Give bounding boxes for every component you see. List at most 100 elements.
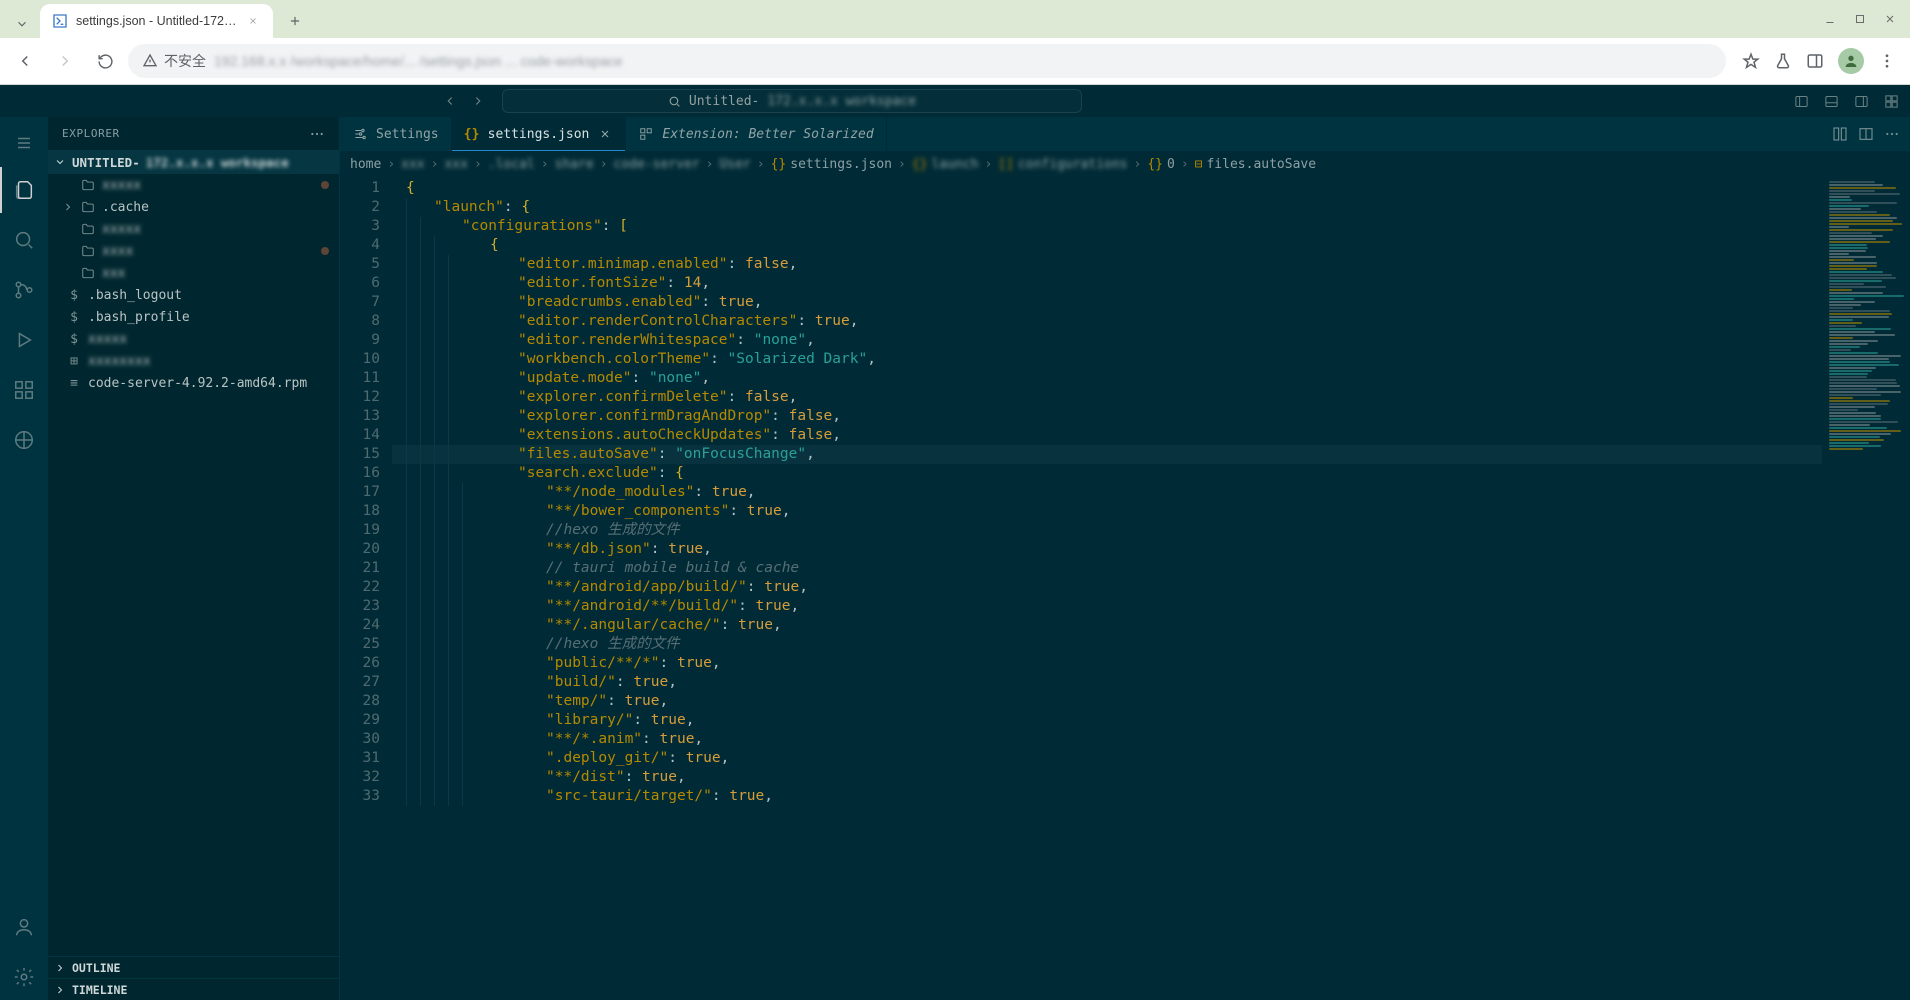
- folder-icon: [80, 244, 96, 258]
- layout-customize-icon[interactable]: [1880, 90, 1902, 112]
- chevron-right-icon: [62, 266, 74, 281]
- breadcrumb-item[interactable]: User: [719, 157, 750, 172]
- code-editor[interactable]: 1234567891011121314151617181920212223242…: [340, 177, 1910, 1000]
- run-debug-icon[interactable]: [0, 317, 48, 363]
- layout-toggle-left-icon[interactable]: [1790, 90, 1812, 112]
- close-icon[interactable]: [597, 128, 613, 140]
- tree-item[interactable]: $.bash_profile: [48, 306, 339, 328]
- outline-section[interactable]: OUTLINE: [48, 956, 339, 978]
- file-icon: ⊞: [66, 354, 82, 369]
- tab-search-button[interactable]: [8, 10, 36, 38]
- chevron-right-icon: [62, 178, 74, 193]
- editor-more-icon[interactable]: [1884, 126, 1900, 142]
- file-icon: $: [66, 288, 82, 303]
- command-center-label: Untitled-: [689, 94, 759, 109]
- tree-item-label: xxxxxxxx: [88, 354, 151, 369]
- back-button[interactable]: [8, 44, 42, 78]
- tree-item[interactable]: ≡code-server-4.92.2-amd64.rpm: [48, 372, 339, 394]
- remote-explorer-icon[interactable]: [0, 417, 48, 463]
- breadcrumb-item[interactable]: share: [555, 157, 594, 172]
- sidebar-title: EXPLORER: [62, 127, 120, 140]
- tab-strip: settings.json - Untitled-172…: [0, 0, 1910, 38]
- maximize-icon[interactable]: [1854, 13, 1866, 25]
- chevron-down-icon: [54, 156, 66, 168]
- breadcrumb-item[interactable]: {}settings.json: [771, 157, 892, 172]
- workspace-root[interactable]: UNTITLED-172.x.x.x workspace: [48, 150, 339, 174]
- timeline-section[interactable]: TIMELINE: [48, 978, 339, 1000]
- title-forward-button[interactable]: [466, 89, 490, 113]
- code-content[interactable]: {"launch": {"configurations": [{"editor.…: [392, 177, 1822, 1000]
- tab-icon: [638, 127, 654, 141]
- split-editor-icon[interactable]: [1858, 126, 1874, 142]
- sidebar-header: EXPLORER: [48, 117, 339, 150]
- tree-item-label: xxxxx: [102, 222, 141, 237]
- new-tab-button[interactable]: [281, 7, 309, 35]
- sidebar-more-icon[interactable]: [309, 126, 325, 142]
- browser-tab[interactable]: settings.json - Untitled-172…: [40, 4, 273, 38]
- tree-item[interactable]: $xxxxx: [48, 328, 339, 350]
- tree-item[interactable]: xxxxx: [48, 174, 339, 196]
- editor-tab[interactable]: {}settings.json: [452, 117, 627, 151]
- reload-button[interactable]: [88, 44, 122, 78]
- breadcrumb-item[interactable]: home: [350, 157, 381, 172]
- labs-icon[interactable]: [1774, 52, 1792, 70]
- address-url: 192.168.x.x /workspace/home/... /setting…: [214, 53, 623, 69]
- chevron-right-icon: [54, 962, 66, 974]
- tree-item[interactable]: xxxx: [48, 240, 339, 262]
- search-view-icon[interactable]: [0, 217, 48, 263]
- tab-close-icon[interactable]: [245, 13, 261, 29]
- breadcrumb-item[interactable]: xxx: [401, 157, 424, 172]
- close-window-icon[interactable]: [1884, 13, 1896, 25]
- tree-item-label: xxx: [102, 266, 125, 281]
- tree-item[interactable]: .cache: [48, 196, 339, 218]
- file-tree: xxxxx.cache xxxxx xxxx xxx$.bash_logout$…: [48, 174, 339, 956]
- modified-dot-icon: [321, 181, 329, 189]
- bookmark-icon[interactable]: [1742, 52, 1760, 70]
- breadcrumb-item[interactable]: {}launch: [912, 157, 979, 172]
- tree-item-label: xxxxx: [88, 332, 127, 347]
- browser-menu-icon[interactable]: [1878, 52, 1896, 70]
- outline-label: OUTLINE: [72, 961, 120, 975]
- timeline-label: TIMELINE: [72, 983, 127, 997]
- folder-icon: [80, 178, 96, 192]
- insecure-badge[interactable]: 不安全: [142, 51, 206, 71]
- editor-tabs: Settings{}settings.jsonExtension: Better…: [340, 117, 1910, 151]
- tab-icon: [352, 127, 368, 141]
- settings-gear-icon[interactable]: [0, 954, 48, 1000]
- editor-tab[interactable]: Extension: Better Solarized: [626, 117, 886, 151]
- layout-toggle-bottom-icon[interactable]: [1820, 90, 1842, 112]
- chevron-right-icon: [54, 984, 66, 996]
- address-bar[interactable]: 不安全 192.168.x.x /workspace/home/... /set…: [128, 44, 1726, 78]
- sidepanel-icon[interactable]: [1806, 52, 1824, 70]
- breadcrumb-item[interactable]: code-server: [614, 157, 700, 172]
- forward-button[interactable]: [48, 44, 82, 78]
- tree-item[interactable]: xxx: [48, 262, 339, 284]
- breadcrumbs[interactable]: home›xxx›xxx›.local›share›code-server›Us…: [340, 151, 1910, 177]
- command-center[interactable]: Untitled-172.x.x.x workspace: [502, 89, 1082, 113]
- workspace-root-prefix: UNTITLED-: [72, 155, 140, 170]
- minimap[interactable]: [1822, 177, 1910, 1000]
- editor-tab[interactable]: Settings: [340, 117, 452, 151]
- tree-item[interactable]: ⊞ xxxxxxxx: [48, 350, 339, 372]
- tree-item[interactable]: $.bash_logout: [48, 284, 339, 306]
- breadcrumb-item[interactable]: xxx: [444, 157, 467, 172]
- tree-item[interactable]: xxxxx: [48, 218, 339, 240]
- menu-button[interactable]: [0, 123, 48, 163]
- breadcrumb-item[interactable]: {}0: [1147, 157, 1174, 172]
- activity-bar: [0, 117, 48, 1000]
- breadcrumb-item[interactable]: .local: [488, 157, 535, 172]
- breadcrumb-item[interactable]: []configurations: [998, 157, 1127, 172]
- breadcrumb-item[interactable]: ⊟files.autoSave: [1195, 157, 1316, 172]
- search-icon: [668, 95, 681, 108]
- folder-icon: [80, 200, 96, 214]
- accounts-icon[interactable]: [0, 904, 48, 950]
- minimize-icon[interactable]: [1824, 13, 1836, 25]
- extensions-icon[interactable]: [0, 367, 48, 413]
- title-back-button[interactable]: [438, 89, 462, 113]
- profile-avatar[interactable]: [1838, 48, 1864, 74]
- layout-toggle-right-icon[interactable]: [1850, 90, 1872, 112]
- compare-icon[interactable]: [1832, 126, 1848, 142]
- folder-icon: [80, 266, 96, 280]
- explorer-view-icon[interactable]: [0, 167, 48, 213]
- source-control-icon[interactable]: [0, 267, 48, 313]
